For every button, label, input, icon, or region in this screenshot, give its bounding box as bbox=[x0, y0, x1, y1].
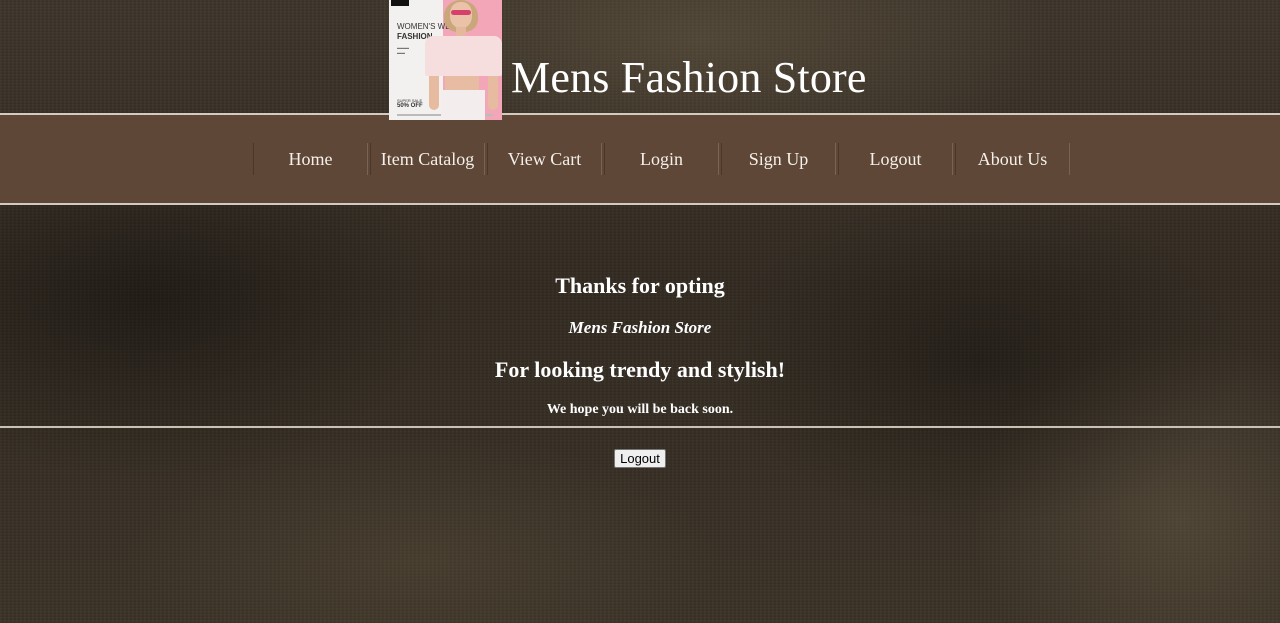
nav-link-logout[interactable]: Logout bbox=[839, 143, 952, 175]
content-divider bbox=[0, 426, 1280, 428]
logout-button[interactable]: Logout bbox=[614, 449, 666, 468]
nav-link-item-catalog[interactable]: Item Catalog bbox=[371, 143, 484, 175]
banner-corner-mark bbox=[391, 0, 409, 6]
banner-sale-value: 50% OFF bbox=[397, 103, 423, 109]
nav-item-logout: Logout bbox=[838, 143, 953, 175]
sunglasses-icon bbox=[451, 10, 471, 15]
site-header: WOMEN'S WEAR FASHION ▬▬▬ ▬▬ SUPER SALE 50… bbox=[0, 0, 1280, 120]
farewell-text: We hope you will be back soon. bbox=[546, 402, 734, 417]
nav-link-sign-up[interactable]: Sign Up bbox=[722, 143, 835, 175]
nav-item-about-us: About Us bbox=[955, 143, 1070, 175]
store-name-heading: Mens Fashion Store bbox=[568, 318, 712, 337]
nav-item-view-cart: View Cart bbox=[487, 143, 602, 175]
site-title: Mens Fashion Store bbox=[511, 53, 867, 102]
tagline-heading: For looking trendy and stylish! bbox=[494, 357, 786, 382]
banner-sale: SUPER SALE 50% OFF bbox=[397, 98, 423, 109]
nav-item-item-catalog: Item Catalog bbox=[370, 143, 485, 175]
banner-model-figure bbox=[425, 0, 502, 120]
nav-item-login: Login bbox=[604, 143, 719, 175]
nav-link-view-cart[interactable]: View Cart bbox=[488, 143, 601, 175]
fashion-banner-image: WOMEN'S WEAR FASHION ▬▬▬ ▬▬ SUPER SALE 50… bbox=[389, 0, 502, 120]
main-nav: Home Item Catalog View Cart Login Sign U… bbox=[0, 113, 1280, 205]
nav-link-login[interactable]: Login bbox=[605, 143, 718, 175]
nav-list: Home Item Catalog View Cart Login Sign U… bbox=[253, 143, 1072, 175]
nav-link-home[interactable]: Home bbox=[254, 143, 367, 175]
nav-item-home: Home bbox=[253, 143, 368, 175]
main-content: Thanks for opting Mens Fashion Store For… bbox=[0, 205, 1280, 623]
nav-link-about-us[interactable]: About Us bbox=[956, 143, 1069, 175]
nav-item-sign-up: Sign Up bbox=[721, 143, 836, 175]
thanks-heading: Thanks for opting bbox=[555, 273, 725, 298]
